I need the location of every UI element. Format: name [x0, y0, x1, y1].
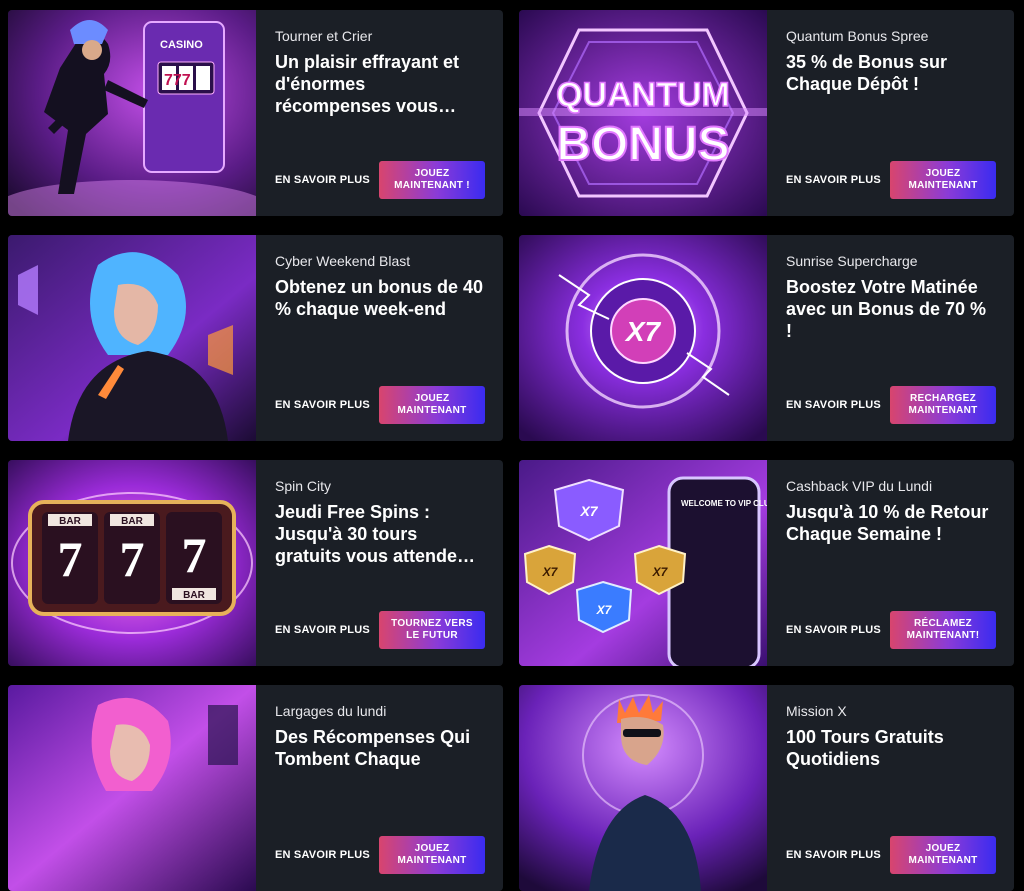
svg-text:BAR: BAR	[59, 516, 81, 527]
promo-image-pink-woman[interactable]	[8, 685, 256, 891]
promo-actions: EN SAVOIR PLUS JOUEZ MAINTENANT	[786, 836, 996, 874]
promo-headline: Un plaisir effrayant et d'énormes récomp…	[275, 52, 460, 116]
promo-image-x7-orb[interactable]: X7	[519, 235, 767, 441]
promo-image-quantum-bonus[interactable]: QUANTUM BONUS	[519, 10, 767, 216]
play-now-button[interactable]: JOUEZ MAINTENANT !	[379, 161, 485, 199]
promotions-grid: 777 CASINO Tourner et Crier Un plaisir e…	[8, 10, 1014, 891]
bonus-word: BONUS	[556, 118, 729, 171]
learn-more-link[interactable]: EN SAVOIR PLUS	[786, 174, 881, 186]
spin-to-future-button[interactable]: TOURNEZ VERS LE FUTUR	[379, 611, 485, 649]
promo-image-cyber-woman[interactable]	[8, 235, 256, 441]
promo-card-cashback-vip: WELCOME TO VIP CLUB X7 X7 X7 X7 Cashback…	[519, 460, 1014, 666]
svg-text:BAR: BAR	[121, 516, 143, 527]
promo-actions: EN SAVOIR PLUS JOUEZ MAINTENANT	[786, 161, 996, 199]
promo-kicker: Spin City	[275, 478, 332, 494]
vip-club-screen-text: WELCOME TO VIP CLUB	[681, 499, 767, 508]
promo-card-cyber-weekend-blast: Cyber Weekend Blast Obtenez un bonus de …	[8, 235, 503, 441]
promo-kicker: Cashback VIP du Lundi	[786, 478, 933, 494]
svg-text:777: 777	[164, 72, 191, 89]
promo-kicker: Largages du lundi	[275, 703, 387, 719]
promo-card-quantum-bonus-spree: QUANTUM BONUS Quantum Bonus Spree 35 % d…	[519, 10, 1014, 216]
promo-image-vip-club[interactable]: WELCOME TO VIP CLUB X7 X7 X7 X7	[519, 460, 767, 666]
promo-image-cyberpunk-slot[interactable]: 777 CASINO	[8, 10, 256, 216]
learn-more-link[interactable]: EN SAVOIR PLUS	[275, 624, 370, 636]
svg-text:X7: X7	[579, 503, 598, 519]
promo-content: Cashback VIP du Lundi Jusqu'à 10 % de Re…	[767, 460, 1014, 666]
promo-headline: Boostez Votre Matinée avec un Bonus de 7…	[786, 277, 987, 341]
recharge-now-button[interactable]: RECHARGEZ MAINTENANT	[890, 386, 996, 424]
cyberpunk-slot-illustration: 777 CASINO	[8, 10, 256, 216]
svg-text:7: 7	[58, 531, 83, 587]
promo-image-punk-man[interactable]	[519, 685, 767, 891]
play-now-button[interactable]: JOUEZ MAINTENANT	[890, 836, 996, 874]
svg-text:X7: X7	[652, 565, 669, 579]
promo-actions: EN SAVOIR PLUS JOUEZ MAINTENANT	[275, 386, 485, 424]
svg-text:BAR: BAR	[183, 590, 205, 601]
promo-content: Sunrise Supercharge Boostez Votre Matiné…	[767, 235, 1014, 441]
play-now-button[interactable]: JOUEZ MAINTENANT	[379, 836, 485, 874]
x7-label: X7	[624, 316, 662, 347]
promo-kicker: Sunrise Supercharge	[786, 253, 918, 269]
promo-kicker: Quantum Bonus Spree	[786, 28, 929, 44]
learn-more-link[interactable]: EN SAVOIR PLUS	[275, 849, 370, 861]
promo-card-largages-du-lundi: Largages du lundi Des Récompenses Qui To…	[8, 685, 503, 891]
svg-text:X7: X7	[596, 603, 613, 617]
claim-now-button[interactable]: RÉCLAMEZ MAINTENANT!	[890, 611, 996, 649]
punk-man-illustration	[519, 685, 767, 891]
promo-actions: EN SAVOIR PLUS TOURNEZ VERS LE FUTUR	[275, 611, 485, 649]
promo-content: Largages du lundi Des Récompenses Qui To…	[256, 685, 503, 891]
promo-headline: 35 % de Bonus sur Chaque Dépôt !	[786, 52, 948, 94]
play-now-button[interactable]: JOUEZ MAINTENANT	[379, 386, 485, 424]
promo-content: Spin City Jeudi Free Spins : Jusqu'à 30 …	[256, 460, 503, 666]
learn-more-link[interactable]: EN SAVOIR PLUS	[786, 849, 881, 861]
promo-kicker: Tourner et Crier	[275, 28, 373, 44]
promo-card-mission-x: Mission X 100 Tours Gratuits Quotidiens …	[519, 685, 1014, 891]
promo-image-777-reels[interactable]: 7 7 7 BAR BAR BAR	[8, 460, 256, 666]
promo-card-spin-city: 7 7 7 BAR BAR BAR Spin City Jeudi Free S…	[8, 460, 503, 666]
play-now-button[interactable]: JOUEZ MAINTENANT	[890, 161, 996, 199]
svg-text:7: 7	[182, 527, 207, 583]
pink-woman-illustration	[8, 685, 256, 891]
promo-headline: Obtenez un bonus de 40 % chaque week-end	[275, 277, 484, 319]
promo-content: Cyber Weekend Blast Obtenez un bonus de …	[256, 235, 503, 441]
learn-more-link[interactable]: EN SAVOIR PLUS	[275, 399, 370, 411]
promo-kicker: Mission X	[786, 703, 847, 719]
promo-headline: Des Récompenses Qui Tombent Chaque	[275, 727, 471, 769]
promo-content: Quantum Bonus Spree 35 % de Bonus sur Ch…	[767, 10, 1014, 216]
promo-content: Mission X 100 Tours Gratuits Quotidiens …	[767, 685, 1014, 891]
promo-actions: EN SAVOIR PLUS JOUEZ MAINTENANT	[275, 836, 485, 874]
promo-actions: EN SAVOIR PLUS RÉCLAMEZ MAINTENANT!	[786, 611, 996, 649]
svg-text:X7: X7	[542, 565, 559, 579]
promo-headline: Jusqu'à 10 % de Retour Chaque Semaine !	[786, 502, 989, 544]
learn-more-link[interactable]: EN SAVOIR PLUS	[786, 624, 881, 636]
learn-more-link[interactable]: EN SAVOIR PLUS	[786, 399, 881, 411]
promo-actions: EN SAVOIR PLUS RECHARGEZ MAINTENANT	[786, 386, 996, 424]
learn-more-link[interactable]: EN SAVOIR PLUS	[275, 174, 370, 186]
promo-card-sunrise-supercharge: X7 Sunrise Supercharge Boostez Votre Mat…	[519, 235, 1014, 441]
promo-headline: Jeudi Free Spins : Jusqu'à 30 tours grat…	[275, 502, 476, 566]
promo-content: Tourner et Crier Un plaisir effrayant et…	[256, 10, 503, 216]
casino-sign-text: CASINO	[160, 39, 203, 51]
quantum-bonus-illustration: QUANTUM BONUS	[519, 10, 767, 216]
777-reels-illustration: 7 7 7 BAR BAR BAR	[8, 460, 256, 666]
vip-club-illustration: WELCOME TO VIP CLUB X7 X7 X7 X7	[519, 460, 767, 666]
promo-card-tourner-et-crier: 777 CASINO Tourner et Crier Un plaisir e…	[8, 10, 503, 216]
promo-headline: 100 Tours Gratuits Quotidiens	[786, 727, 944, 769]
x7-orb-illustration: X7	[519, 235, 767, 441]
quantum-word: QUANTUM	[556, 76, 730, 114]
promo-actions: EN SAVOIR PLUS JOUEZ MAINTENANT !	[275, 161, 485, 199]
cyber-woman-illustration	[8, 235, 256, 441]
svg-text:7: 7	[120, 531, 145, 587]
promo-kicker: Cyber Weekend Blast	[275, 253, 411, 269]
